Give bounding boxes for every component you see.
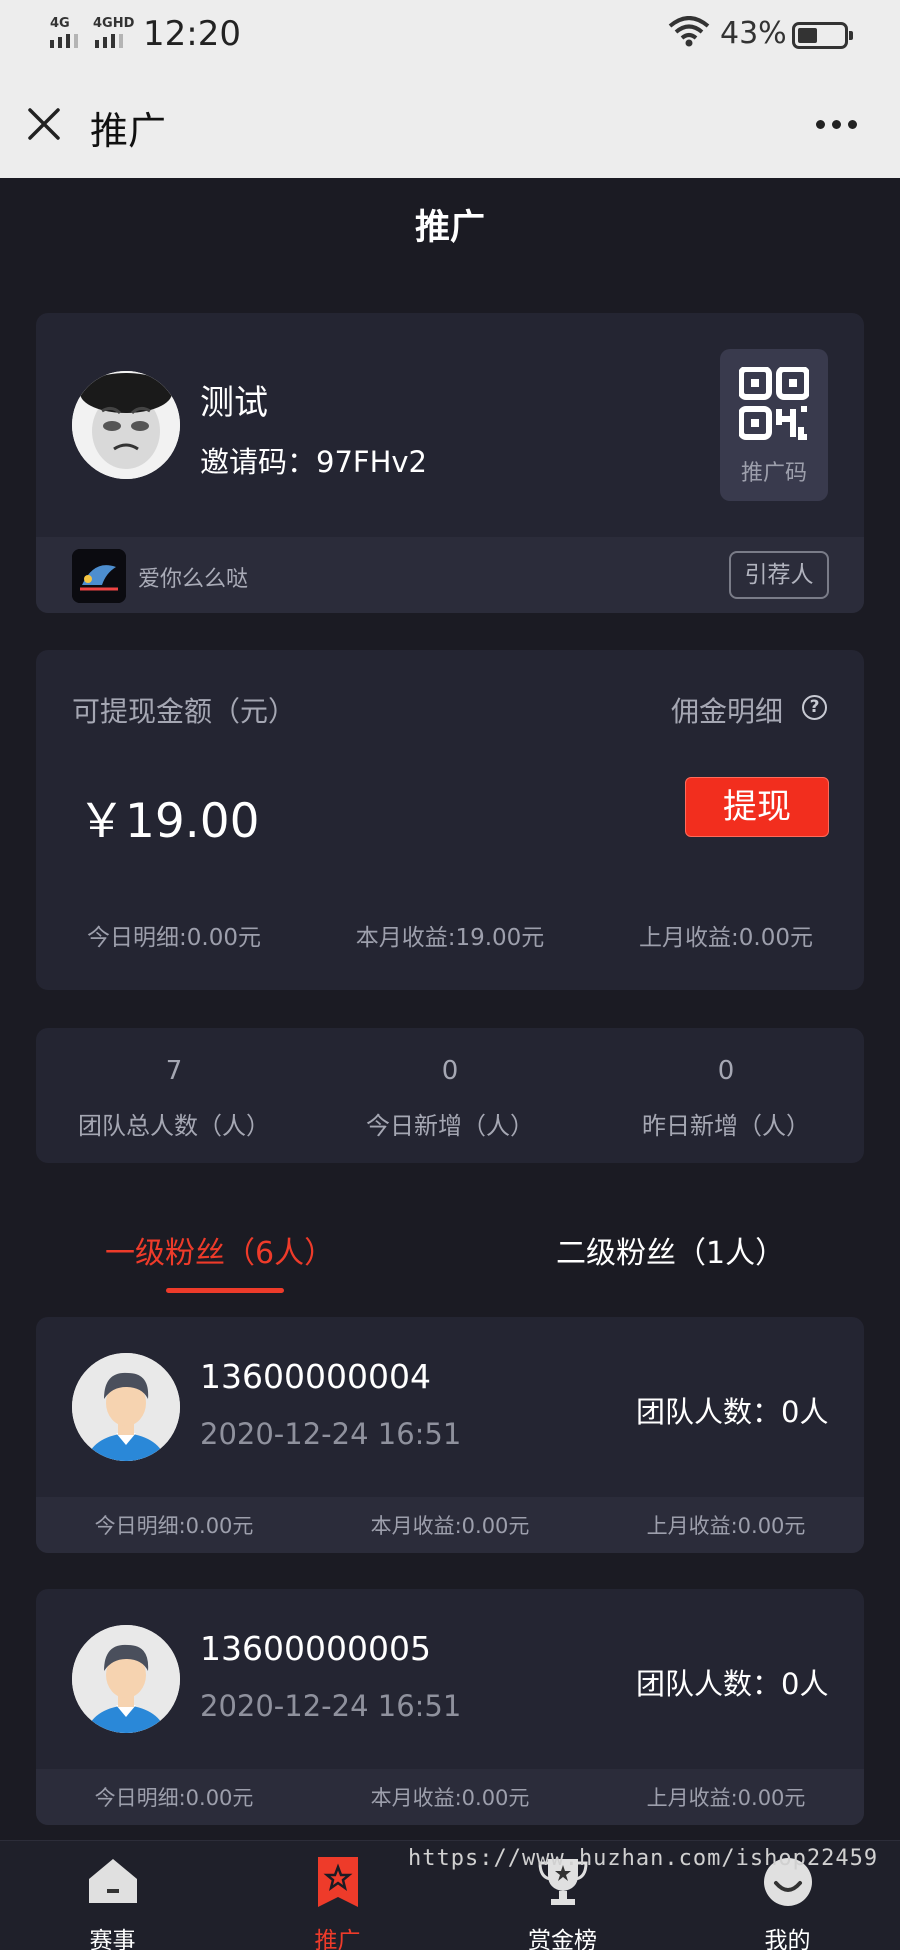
fan-last-month: 上月收益:0.00元: [646, 1786, 806, 1810]
nav-item-events[interactable]: 赛事: [0, 1841, 225, 1950]
fan-today-detail: 今日明细:0.00元: [94, 1514, 254, 1538]
team-new-yesterday: 0 昨日新增（人）: [588, 1056, 864, 1141]
referrer-avatar: [72, 549, 126, 603]
stat-value: 0: [441, 1056, 459, 1086]
today-detail: 今日明细:0.00元: [87, 925, 261, 951]
signal-bars-1-icon: [50, 34, 78, 48]
home-icon: [88, 1859, 137, 1903]
avatar: [72, 371, 180, 479]
qr-code-icon: [739, 367, 809, 440]
referrer-name: 爱你么么哒: [138, 567, 249, 592]
user-name: 测试: [200, 383, 268, 423]
active-tab-indicator: [166, 1288, 284, 1293]
close-icon[interactable]: [26, 106, 62, 142]
fan-this-month: 本月收益:0.00元: [370, 1786, 530, 1810]
tab-second-level-fans[interactable]: 二级粉丝（1人）: [556, 1228, 785, 1272]
watermark-text: https://www.huzhan.com/ishop22459: [408, 1846, 879, 1871]
fan-earnings: 今日明细:0.00元 本月收益:0.00元 上月收益:0.00元: [36, 1769, 864, 1825]
fan-phone: 13600000005: [200, 1629, 431, 1668]
balance-amount: ￥19.00: [78, 794, 260, 849]
stat-value: 7: [165, 1056, 183, 1086]
fan-avatar: [72, 1353, 180, 1461]
fan-earnings: 今日明细:0.00元 本月收益:0.00元 上月收益:0.00元: [36, 1497, 864, 1553]
fan-tabs: 一级粉丝（6人） 二级粉丝（1人）: [0, 1210, 900, 1310]
page-title: 推广: [414, 208, 485, 248]
qr-code-label: 推广码: [740, 461, 807, 486]
fan-avatar: [72, 1625, 180, 1733]
fan-join-date: 2020-12-24 16:51: [200, 1689, 462, 1723]
browser-title: 推广: [90, 109, 167, 153]
signal-label-1: 4G: [50, 16, 70, 31]
stat-label: 团队总人数（人）: [78, 1112, 270, 1140]
help-icon[interactable]: ?: [802, 695, 827, 720]
nav-label: 推广: [314, 1928, 361, 1950]
profile-card: 测试 邀请码：97FHv2 推广码 爱你么么哒 引荐人: [36, 313, 864, 613]
balance-card: 可提现金额（元） 佣金明细 ? ￥19.00 提现 今日明细:0.00元 本月收…: [36, 650, 864, 990]
fan-join-date: 2020-12-24 16:51: [200, 1417, 462, 1451]
signal-bars-2-icon: [95, 34, 123, 48]
fan-today-detail: 今日明细:0.00元: [94, 1786, 254, 1810]
battery-percent: 43%: [720, 16, 787, 51]
earnings-summary: 今日明细:0.00元 本月收益:19.00元 上月收益:0.00元: [36, 918, 864, 952]
fan-last-month: 上月收益:0.00元: [646, 1514, 806, 1538]
stat-label: 昨日新增（人）: [642, 1112, 810, 1140]
fan-team-count: 团队人数：0人: [636, 1667, 829, 1701]
nav-label: 赏金榜: [528, 1928, 597, 1950]
nav-label: 我的: [764, 1928, 811, 1950]
this-month-earnings: 本月收益:19.00元: [355, 925, 545, 951]
nav-label: 赛事: [89, 1928, 136, 1950]
invite-code: 邀请码：97FHv2: [200, 445, 428, 479]
fan-phone: 13600000004: [200, 1357, 431, 1396]
tab-first-level-fans[interactable]: 一级粉丝（6人）: [105, 1228, 334, 1272]
battery-icon: [792, 22, 853, 49]
fan-this-month: 本月收益:0.00元: [370, 1514, 530, 1538]
team-stats-card: 7 团队总人数（人） 0 今日新增（人） 0 昨日新增（人）: [36, 1028, 864, 1163]
referrer-bar: 爱你么么哒 引荐人: [36, 537, 864, 613]
clock: 12:20: [143, 14, 241, 54]
status-bar: 4G 4GHD 12:20 43%: [0, 0, 900, 70]
signal-label-2: 4GHD: [93, 16, 135, 31]
stat-value: 0: [717, 1056, 735, 1086]
wifi-icon: [668, 16, 710, 47]
referrer-button[interactable]: 引荐人: [729, 551, 829, 599]
fan-card[interactable]: 13600000004 2020-12-24 16:51 团队人数：0人 今日明…: [36, 1317, 864, 1553]
browser-top-bar: 推广: [0, 70, 900, 178]
qr-code-button[interactable]: 推广码: [720, 349, 828, 501]
stat-label: 今日新增（人）: [366, 1112, 534, 1140]
more-options-icon[interactable]: [816, 120, 857, 129]
team-total: 7 团队总人数（人）: [36, 1056, 312, 1141]
last-month-earnings: 上月收益:0.00元: [639, 925, 813, 951]
fan-card[interactable]: 13600000005 2020-12-24 16:51 团队人数：0人 今日明…: [36, 1589, 864, 1825]
commission-detail-link[interactable]: 佣金明细: [671, 690, 783, 730]
fan-team-count: 团队人数：0人: [636, 1395, 829, 1429]
badge-icon: [317, 1857, 358, 1907]
balance-label: 可提现金额（元）: [72, 695, 297, 728]
team-new-today: 0 今日新增（人）: [312, 1056, 588, 1141]
withdraw-button[interactable]: 提现: [685, 777, 829, 837]
